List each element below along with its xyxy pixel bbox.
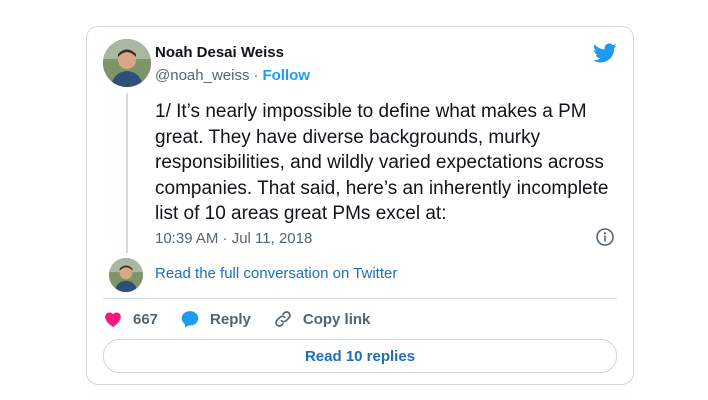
info-icon[interactable] xyxy=(595,227,615,247)
author-handle[interactable]: @noah_weiss xyxy=(155,67,249,84)
read-conversation-link[interactable]: Read the full conversation on Twitter xyxy=(155,265,397,282)
separator-dot: · xyxy=(253,67,259,84)
conversation-avatar[interactable] xyxy=(109,258,143,292)
tweet-text: 1/ It’s nearly impossible to define what… xyxy=(155,101,609,224)
twitter-bird-icon[interactable] xyxy=(593,41,617,65)
reply-label: Reply xyxy=(210,310,251,328)
tweet-card: Noah Desai Weiss @noah_weiss · Follow 1/ I… xyxy=(86,26,634,385)
divider xyxy=(103,298,617,299)
like-count: 667 xyxy=(133,310,159,328)
thread-line xyxy=(126,93,128,253)
copy-link-button[interactable]: Copy link xyxy=(273,309,371,329)
reply-bubble-icon xyxy=(181,311,199,328)
action-bar: 667 Reply Copy link xyxy=(103,308,392,330)
read-replies-button[interactable]: Read 10 replies xyxy=(103,339,617,373)
heart-icon xyxy=(105,312,121,327)
tweet-timestamp[interactable]: 10:39 AM · Jul 11, 2018 xyxy=(155,230,312,247)
reply-button[interactable]: Reply xyxy=(180,309,251,329)
link-icon xyxy=(275,311,291,327)
copy-link-label: Copy link xyxy=(302,310,371,328)
author-avatar[interactable] xyxy=(103,39,151,87)
follow-link[interactable]: Follow xyxy=(262,67,310,84)
author-handle-row: @noah_weiss · Follow xyxy=(155,67,310,84)
like-button[interactable]: 667 xyxy=(103,309,158,329)
author-name[interactable]: Noah Desai Weiss xyxy=(155,44,284,61)
